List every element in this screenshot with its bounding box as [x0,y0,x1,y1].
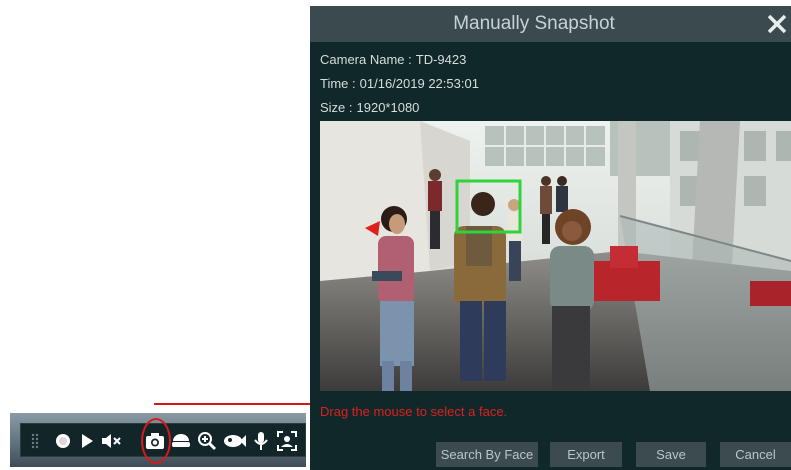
size-value: 1920*1080 [356,100,420,115]
callout-line [154,403,320,405]
time-label: Time : [320,76,356,91]
close-icon[interactable] [765,10,789,38]
ptz-icon[interactable] [169,424,193,458]
size-label: Size : [320,100,353,115]
zoom-in-icon[interactable] [195,424,219,458]
face-detect-icon[interactable] [275,424,299,458]
search-by-face-button[interactable]: Search By Face [436,442,538,467]
camera-name-value: TD-9423 [415,52,467,67]
size-row: Size :1920*1080 [320,100,419,115]
dialog-title: Manually Snapshot [453,13,615,34]
export-button[interactable]: Export [550,442,622,467]
record-icon[interactable] [51,424,75,458]
snapshot-image[interactable] [320,121,791,391]
time-row: Time :01/16/2019 22:53:01 [320,76,479,91]
mute-icon[interactable] [99,424,123,458]
drag-handle-icon[interactable] [23,424,47,458]
cancel-label: Cancel [735,447,776,462]
manual-snapshot-dialog: Manually Snapshot Camera Name : TD-9423 T… [310,6,791,470]
fisheye-icon[interactable] [223,424,247,458]
save-label: Save [656,447,686,462]
time-value: 01/16/2019 22:53:01 [359,76,479,91]
export-label: Export [567,447,605,462]
camera-name-label: Camera Name : [320,52,412,67]
cancel-button[interactable]: Cancel [720,442,791,467]
save-button[interactable]: Save [636,442,706,467]
search-by-face-label: Search By Face [440,447,534,462]
play-icon[interactable] [75,424,99,458]
microphone-icon[interactable] [249,424,273,458]
dialog-title-bar[interactable]: Manually Snapshot [310,6,791,42]
live-view-toolbar [20,418,306,464]
face-selection-hint: Drag the mouse to select a face. [320,404,508,419]
live-view-toolbar-area [10,413,306,467]
snapshot-highlight-circle [141,418,171,464]
camera-name-row: Camera Name : TD-9423 [320,52,466,67]
